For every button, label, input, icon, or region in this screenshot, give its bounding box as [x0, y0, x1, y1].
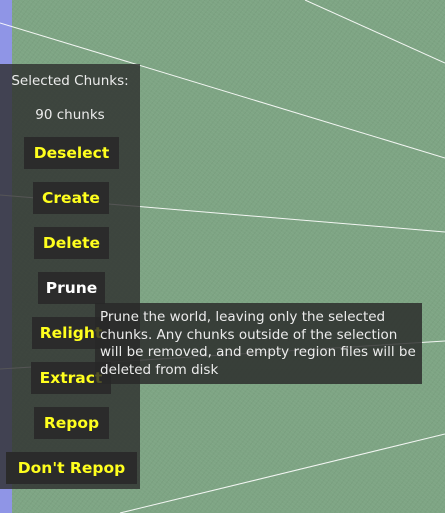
- prune-button[interactable]: Prune: [38, 272, 105, 304]
- prune-tooltip: Prune the world, leaving only the select…: [95, 303, 422, 384]
- repop-button[interactable]: Repop: [34, 407, 109, 439]
- delete-button[interactable]: Delete: [34, 227, 109, 259]
- selected-chunks-title: Selected Chunks:: [11, 73, 129, 89]
- chunk-count-label: 90 chunks: [35, 107, 105, 123]
- create-button[interactable]: Create: [33, 182, 109, 214]
- dont-repop-button[interactable]: Don't Repop: [6, 452, 137, 484]
- deselect-button[interactable]: Deselect: [24, 137, 119, 169]
